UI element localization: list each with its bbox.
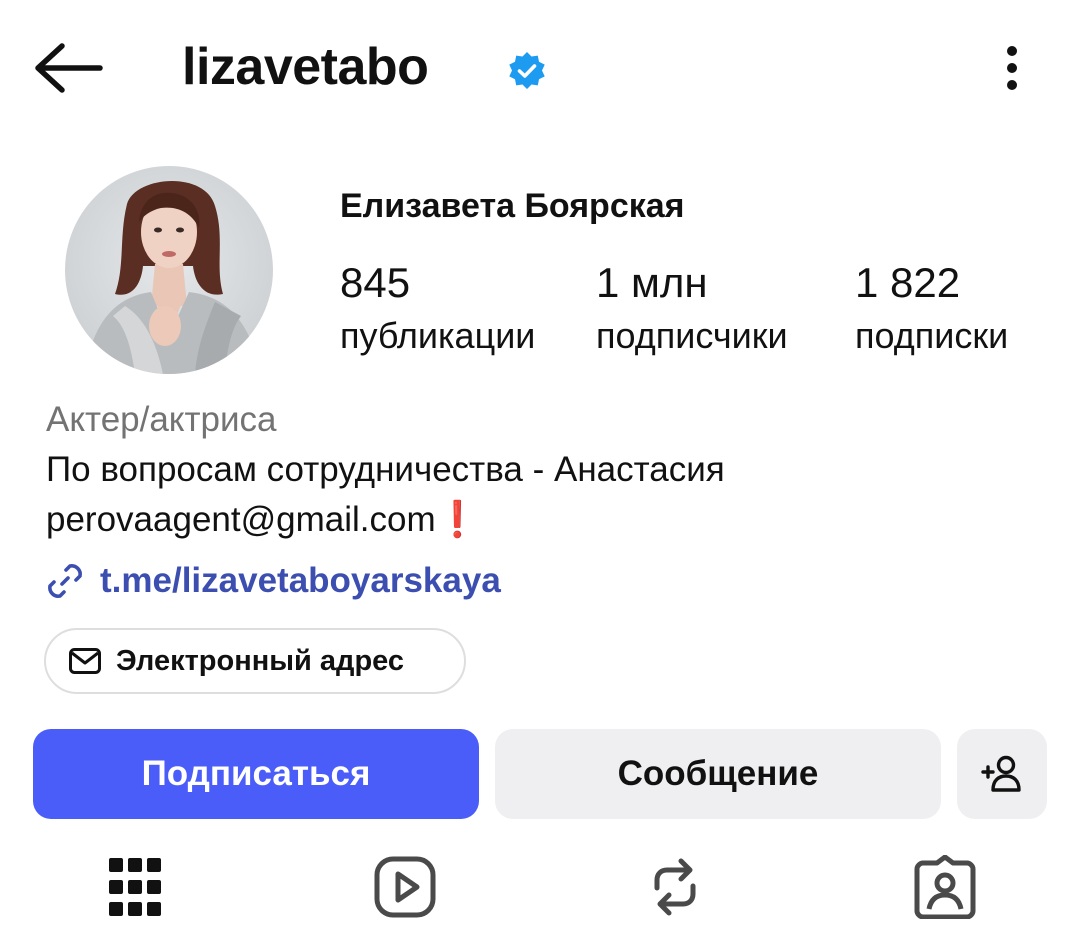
stat-following-value: 1 822 (855, 259, 961, 306)
stat-followers[interactable]: 1 млн подписчики (596, 258, 788, 358)
email-contact-label: Электронный адрес (116, 644, 405, 677)
email-contact-button[interactable]: Электронный адрес (44, 628, 466, 694)
grid-icon (109, 858, 161, 916)
avatar-portrait-image (85, 180, 261, 374)
mail-icon (69, 648, 101, 674)
more-dot (1007, 63, 1017, 73)
tab-reposts[interactable] (640, 852, 710, 922)
stat-posts[interactable]: 845 публикации (340, 258, 535, 358)
stat-posts-label: публикации (340, 315, 536, 356)
back-button[interactable] (30, 38, 106, 98)
message-button[interactable]: Сообщение (495, 729, 941, 819)
tab-tagged[interactable] (910, 852, 980, 922)
arrow-left-icon (35, 43, 103, 93)
stat-posts-value: 845 (340, 259, 411, 306)
bio-email-text: perovaagent@gmail.com (46, 500, 436, 539)
tab-posts[interactable] (100, 852, 170, 922)
tagged-person-icon (914, 855, 976, 919)
profile-link-text: t.me/lizavetaboyarskaya (100, 561, 501, 600)
stat-followers-label: подписчики (596, 315, 788, 356)
profile-category: Актер/актриса (46, 400, 277, 439)
profile-full-name: Елизавета Боярская (340, 187, 685, 225)
avatar[interactable] (65, 166, 273, 374)
stat-followers-value: 1 млн (596, 259, 708, 306)
suggested-users-button[interactable] (957, 729, 1047, 819)
profile-link[interactable]: t.me/lizavetaboyarskaya (44, 558, 501, 604)
exclamation-emoji: ❗ (435, 500, 480, 539)
link-icon (48, 564, 82, 598)
bio-line: По вопросам сотрудничества - Анастасия (46, 450, 725, 489)
more-vertical-icon (1007, 46, 1017, 56)
tab-reels[interactable] (370, 852, 440, 922)
stat-following[interactable]: 1 822 подписки (855, 258, 1008, 358)
reels-play-icon (374, 856, 436, 918)
verified-badge-icon (506, 50, 548, 92)
bio-email-line: perovaagent@gmail.com❗ (46, 498, 479, 542)
profile-username: lizavetabo (182, 38, 429, 96)
stat-following-label: подписки (855, 315, 1009, 356)
more-options-button[interactable] (990, 42, 1036, 94)
follow-button[interactable]: Подписаться (33, 729, 479, 819)
more-dot (1007, 80, 1017, 90)
add-person-icon (981, 755, 1021, 792)
repost-icon (654, 858, 696, 916)
